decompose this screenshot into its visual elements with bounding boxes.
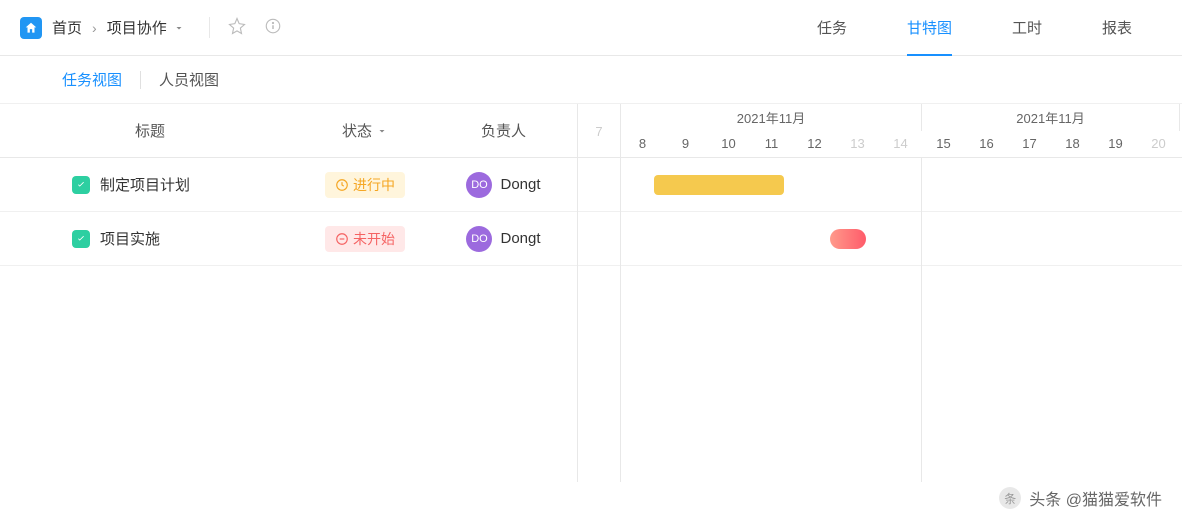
breadcrumb-home[interactable]: 首页 (52, 17, 82, 38)
home-icon[interactable] (20, 17, 42, 39)
gantt-day: 12 (793, 131, 836, 158)
gantt-day: 17 (1008, 131, 1051, 158)
gantt-day: 19 (1094, 131, 1137, 158)
gantt-day: 11 (750, 131, 793, 158)
gantt-day: 15 (922, 131, 965, 158)
chevron-down-icon (173, 22, 185, 34)
gantt-month-label: 2021年11月 (922, 104, 1180, 131)
table-row[interactable]: 制定项目计划 进行中 DO Dongt (0, 158, 577, 212)
gantt-empty-area (578, 266, 1182, 482)
gantt-day: 20 (1137, 131, 1180, 158)
chevron-right-icon: › (92, 20, 97, 36)
col-header-title: 标题 (0, 120, 300, 141)
info-icon[interactable] (264, 17, 282, 38)
breadcrumb: 首页 › 项目协作 (20, 17, 185, 39)
status-badge: 未开始 (325, 226, 405, 252)
gantt-day: 7 (578, 104, 621, 158)
nav-tab-gantt[interactable]: 甘特图 (877, 0, 982, 56)
nav-tab-reports[interactable]: 报表 (1072, 0, 1162, 56)
col-header-status[interactable]: 状态 (300, 120, 430, 141)
owner-name: Dongt (500, 230, 540, 247)
table-header: 标题 状态 负责人 (0, 104, 577, 158)
owner-name: Dongt (500, 176, 540, 193)
gantt-day: 10 (707, 131, 750, 158)
watermark-icon: 条 (999, 487, 1021, 509)
gantt-day: 9 (664, 131, 707, 158)
gantt-day: 16 (965, 131, 1008, 158)
gantt-chart: 7 2021年11月 8 9 10 11 12 13 14 2021年11月 1… (578, 104, 1182, 482)
nav-tab-hours[interactable]: 工时 (982, 0, 1072, 56)
chevron-down-icon (376, 125, 388, 137)
gantt-day: 8 (621, 131, 664, 158)
breadcrumb-project[interactable]: 项目协作 (107, 17, 185, 38)
status-badge: 进行中 (325, 172, 405, 198)
stop-icon (335, 232, 349, 246)
avatar: DO (466, 226, 492, 252)
task-table: 标题 状态 负责人 制定项目计划 进行中 DO (0, 104, 578, 482)
gantt-month-label: 2021年11月 (621, 104, 922, 131)
sub-tab-task-view[interactable]: 任务视图 (44, 69, 140, 90)
star-icon[interactable] (228, 17, 246, 38)
task-check-icon (72, 176, 90, 194)
sub-tab-people-view[interactable]: 人员视图 (141, 69, 237, 90)
nav-tabs: 任务 甘特图 工时 报表 (787, 0, 1162, 56)
nav-tab-tasks[interactable]: 任务 (787, 0, 877, 56)
clock-icon (335, 178, 349, 192)
gantt-header: 7 2021年11月 8 9 10 11 12 13 14 2021年11月 1… (578, 104, 1182, 158)
gantt-day: 14 (879, 131, 922, 158)
gantt-day: 13 (836, 131, 879, 158)
gantt-day: 18 (1051, 131, 1094, 158)
sub-tabs: 任务视图 人员视图 (0, 56, 1182, 104)
task-title: 制定项目计划 (100, 174, 190, 195)
avatar: DO (466, 172, 492, 198)
table-row[interactable]: 项目实施 未开始 DO Dongt (0, 212, 577, 266)
watermark: 条 头条 @猫猫爱软件 (999, 486, 1162, 510)
col-header-owner: 负责人 (430, 120, 577, 141)
task-title: 项目实施 (100, 228, 160, 249)
task-check-icon (72, 230, 90, 248)
